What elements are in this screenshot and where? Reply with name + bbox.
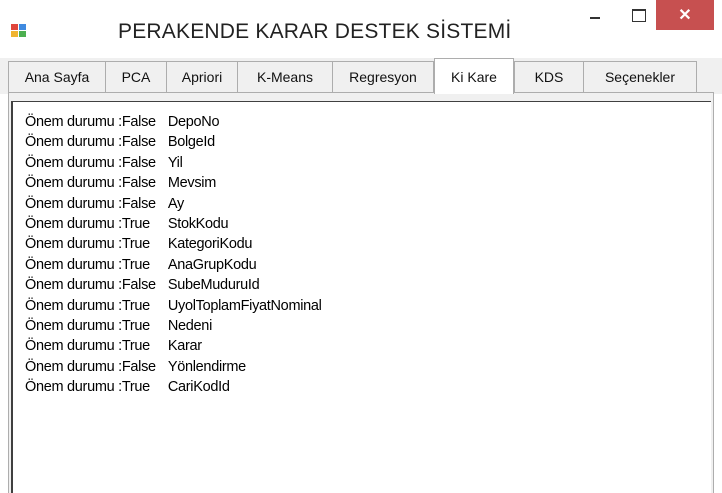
result-value: False <box>121 114 156 130</box>
result-label: Önem durumu : <box>25 175 122 192</box>
result-label: Önem durumu : <box>25 338 122 355</box>
tab-ki-kare[interactable]: Ki Kare <box>434 58 514 94</box>
result-variable: Nedeni <box>167 318 212 335</box>
result-value: False <box>121 134 156 151</box>
tab-pca[interactable]: PCA <box>105 61 167 92</box>
result-label: Önem durumu : <box>25 195 122 212</box>
result-value: True <box>121 297 150 314</box>
result-value: True <box>121 379 150 396</box>
result-row: Önem durumu : True Nedeni <box>25 316 322 336</box>
result-row: Önem durumu : False Yönlendirme <box>25 357 322 377</box>
result-label: Önem durumu : <box>25 379 122 396</box>
close-icon: ✕ <box>678 7 692 24</box>
maximize-icon <box>632 8 646 22</box>
results-list: Önem durumu : False DepoNo Önem durumu : Fal… <box>25 112 322 398</box>
result-value: True <box>121 318 150 335</box>
tab-kds[interactable]: KDS <box>514 61 584 92</box>
result-label: Önem durumu : <box>25 318 122 335</box>
tab-ana-sayfa[interactable]: Ana Sayfa <box>8 61 106 92</box>
result-variable: UyolToplamFiyatNominal <box>167 297 322 314</box>
result-label: Önem durumu : <box>25 256 122 273</box>
result-row: Önem durumu : False DepoNo <box>25 112 322 132</box>
result-variable: Yönlendirme <box>167 358 246 375</box>
result-label: Önem durumu : <box>25 114 122 130</box>
tab-regresyon[interactable]: Regresyon <box>332 61 434 92</box>
result-value: False <box>121 175 156 192</box>
result-value: True <box>121 256 150 273</box>
result-variable: StokKodu <box>167 216 229 233</box>
result-value: False <box>121 195 156 212</box>
result-variable: Mevsim <box>167 175 216 192</box>
app-icon-q1 <box>11 24 18 30</box>
maximize-button[interactable] <box>624 0 654 30</box>
result-row: Önem durumu : False Mevsim <box>25 173 322 193</box>
result-variable: BolgeId <box>167 134 215 151</box>
result-variable: KategoriKodu <box>167 236 253 253</box>
result-row: Önem durumu : False SubeMuduruId <box>25 275 322 295</box>
result-label: Önem durumu : <box>25 358 122 375</box>
tab-secenekler[interactable]: Seçenekler <box>583 61 697 92</box>
result-row: Önem durumu : True Karar <box>25 336 322 356</box>
app-icon <box>11 24 27 38</box>
result-variable: Yil <box>167 154 183 171</box>
result-row: Önem durumu : True AnaGrupKodu <box>25 255 322 275</box>
result-value: True <box>121 236 150 253</box>
result-variable: SubeMuduruId <box>167 277 260 294</box>
result-value: True <box>121 338 150 355</box>
result-label: Önem durumu : <box>25 277 122 294</box>
result-variable: DepoNo <box>167 114 220 130</box>
tab-k-means[interactable]: K-Means <box>237 61 333 92</box>
result-label: Önem durumu : <box>25 297 122 314</box>
result-variable: AnaGrupKodu <box>167 256 257 273</box>
result-row: Önem durumu : False BolgeId <box>25 132 322 152</box>
result-label: Önem durumu : <box>25 134 122 151</box>
result-variable: Ay <box>167 195 184 212</box>
tab-strip: Ana Sayfa PCA Apriori K-Means Regresyon … <box>0 58 722 94</box>
result-value: True <box>121 216 150 233</box>
title-bar: PERAKENDE KARAR DESTEK SİSTEMİ ✕ <box>0 0 722 58</box>
result-row: Önem durumu : False Ay <box>25 194 322 214</box>
result-value: False <box>121 358 156 375</box>
result-variable: CariKodId <box>167 379 230 396</box>
window-title: PERAKENDE KARAR DESTEK SİSTEMİ <box>118 20 512 43</box>
result-row: Önem durumu : True UyolToplamFiyatNominal <box>25 296 322 316</box>
result-label: Önem durumu : <box>25 216 122 233</box>
result-row: Önem durumu : True CariKodId <box>25 377 322 397</box>
results-textbox[interactable]: Önem durumu : False DepoNo Önem durumu : Fal… <box>11 101 711 493</box>
result-row: Önem durumu : False Yil <box>25 153 322 173</box>
result-value: False <box>121 154 156 171</box>
result-value: False <box>121 277 156 294</box>
result-label: Önem durumu : <box>25 154 122 171</box>
result-row: Önem durumu : True KategoriKodu <box>25 234 322 254</box>
app-icon-q2 <box>19 24 26 30</box>
close-button[interactable]: ✕ <box>656 0 714 30</box>
minimize-button[interactable] <box>580 0 610 30</box>
app-icon-q3 <box>11 31 18 37</box>
tab-apriori[interactable]: Apriori <box>166 61 238 92</box>
minimize-icon <box>590 17 600 19</box>
app-icon-q4 <box>19 31 26 37</box>
result-row: Önem durumu : True StokKodu <box>25 214 322 234</box>
result-variable: Karar <box>167 338 202 355</box>
result-label: Önem durumu : <box>25 236 122 253</box>
